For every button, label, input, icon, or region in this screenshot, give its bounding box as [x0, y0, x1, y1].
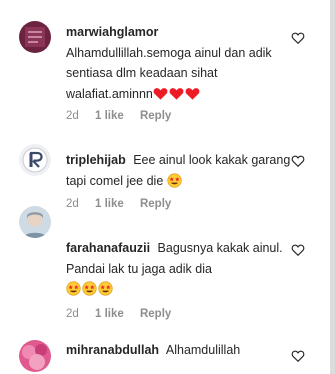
comment-body: triplehijab Eee ainul look kakak garang … [66, 150, 298, 191]
avatar[interactable] [19, 144, 51, 176]
comment-username[interactable]: farahanafauzii [66, 241, 150, 255]
comment-username[interactable]: triplehijab [66, 153, 126, 167]
comment-meta: 2d 1 like Reply [66, 308, 184, 320]
comment-meta: 2d 1 like Reply [66, 110, 184, 122]
like-heart-icon[interactable] [291, 31, 305, 45]
like-heart-icon[interactable] [291, 154, 305, 168]
avatar[interactable] [19, 206, 51, 238]
star-struck-face-icon [167, 172, 182, 188]
comment-likes[interactable]: 1 like [95, 198, 124, 210]
comment-time[interactable]: 2d [66, 308, 79, 320]
red-heart-icon [153, 87, 168, 100]
comment-likes[interactable]: 1 like [95, 308, 124, 320]
like-heart-icon[interactable] [291, 349, 305, 363]
comment-likes[interactable]: 1 like [95, 110, 124, 122]
like-heart-icon[interactable] [291, 243, 305, 257]
comment-time[interactable]: 2d [66, 110, 79, 122]
avatar[interactable] [19, 21, 51, 53]
reply-button[interactable]: Reply [140, 308, 171, 320]
comment-text: Alhamdulillah [165, 343, 241, 357]
comment-body: farahanafauzii Bagusnya kakak ainul. Pan… [66, 238, 298, 300]
star-struck-face-icon [98, 281, 113, 296]
comment-body: mihranabdullah Alhamdulillah [66, 340, 298, 361]
red-heart-icon [185, 87, 200, 100]
comment-meta: 2d 1 like Reply [66, 198, 184, 210]
scrollbar[interactable] [330, 0, 335, 374]
star-struck-face-icon [66, 281, 81, 296]
avatar[interactable] [19, 340, 51, 372]
scrollbar-thumb[interactable] [330, 0, 335, 374]
comment-username[interactable]: marwiahglamor [66, 25, 158, 39]
red-heart-icon [169, 87, 184, 100]
reply-button[interactable]: Reply [140, 198, 171, 210]
comment-time[interactable]: 2d [66, 198, 79, 210]
comment-username[interactable]: mihranabdullah [66, 343, 159, 357]
comment-body: marwiahglamor Alhamdullillah.semoga ainu… [66, 22, 298, 104]
star-struck-face-icon [82, 281, 97, 296]
reply-button[interactable]: Reply [140, 110, 171, 122]
